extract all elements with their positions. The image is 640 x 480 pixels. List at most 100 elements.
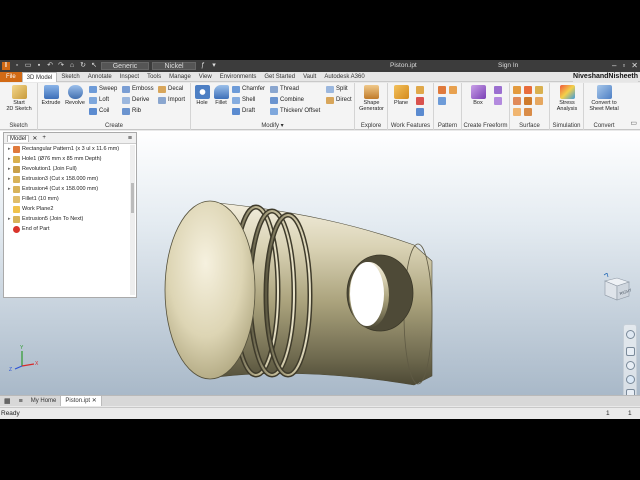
browser-scrollbar[interactable] [130,145,135,295]
select-icon[interactable]: ↖ [90,62,98,70]
tree-item-extrusion4[interactable]: ▸ Extrusion4 (Cut x 158.000 mm) [4,184,136,194]
doc-tab-close-icon[interactable]: ✕ [92,398,97,404]
mirror-icon[interactable] [438,97,446,105]
tree-item-extrusion3[interactable]: ▸ Extrusion3 (Cut x 158.000 mm) [4,174,136,184]
browser-tab-model[interactable]: Model [7,134,30,142]
sculpt-icon[interactable] [535,86,543,94]
zoom-icon[interactable] [626,361,635,370]
derive-button[interactable]: Derive [122,96,149,105]
tab-vault[interactable]: Vault [299,72,320,82]
start-2d-sketch-button[interactable]: Start 2D Sketch [3,85,35,112]
tab-manage[interactable]: Manage [165,72,195,82]
tree-item-rectangular-pattern[interactable]: ▸ Rectangular Pattern1 (x 3 ul x 11.6 mm) [4,144,136,154]
home-icon[interactable]: ⌂ [68,62,76,70]
material-dropdown[interactable]: Generic [101,62,149,70]
extend-icon[interactable] [524,97,532,105]
thicken-offset-button[interactable]: Thicken/ Offset [270,107,320,116]
decal-button[interactable]: Decal [158,85,183,94]
tab-tools[interactable]: Tools [143,72,165,82]
loft-button[interactable]: Loft [89,96,109,105]
view-cube[interactable]: RIGHT [603,273,631,303]
appearance-dropdown[interactable]: Nickel [152,62,196,70]
tree-item-hole[interactable]: ▸ Hole1 (Ø76 mm x 85 mm Depth) [4,154,136,164]
tab-sketch[interactable]: Sketch [57,72,83,82]
maximize-icon[interactable]: ▫ [622,61,625,70]
convert-to-sheet-metal-button[interactable]: Convert to Sheet Metal [585,85,623,112]
tab-annotate[interactable]: Annotate [84,72,116,82]
tree-item-end-of-part[interactable]: End of Part [4,224,136,234]
minimize-icon[interactable]: – [612,61,616,70]
panel-expand-icon[interactable]: ▾ [281,123,284,129]
emboss-button[interactable]: Emboss [122,85,154,94]
combine-button[interactable]: Combine [270,96,304,105]
qa-more-icon[interactable]: ▾ [210,62,218,70]
ruled-surface-icon[interactable] [524,108,532,116]
rib-button[interactable]: Rib [122,107,141,116]
fx-icon[interactable]: ƒ [199,62,207,70]
ribbon-options-icon[interactable]: ▭ [630,119,637,127]
draft-button[interactable]: Draft [232,107,255,116]
freeform-plane-icon[interactable] [494,86,502,94]
freeform-cylinder-icon[interactable] [494,97,502,105]
plane-button[interactable]: Plane [390,85,412,106]
pan-icon[interactable] [626,347,635,356]
new-file-icon[interactable]: ▫ [13,62,21,70]
direct-button[interactable]: Direct [326,96,352,105]
point-icon[interactable] [416,97,424,105]
ucs-icon[interactable] [416,108,424,116]
shell-button[interactable]: Shell [232,96,255,105]
tree-item-extrusion5[interactable]: ▸ Extrusion5 (Join To Next) [4,214,136,224]
tab-grid-icon[interactable]: ▦ [0,397,15,405]
browser-menu-icon[interactable]: ≡ [128,135,132,142]
circular-pattern-icon[interactable] [449,86,457,94]
browser-tab-close-icon[interactable]: ✕ [32,135,37,142]
app-logo-icon[interactable]: I [2,62,10,70]
revolve-button[interactable]: Revolve [63,85,87,106]
steering-wheel-icon[interactable] [626,330,635,339]
patch-icon[interactable] [524,86,532,94]
tree-item-revolution[interactable]: ▸ Revolution1 (Join Full) [4,164,136,174]
sweep-button[interactable]: Sweep [89,85,117,94]
shape-generator-button[interactable]: Shape Generator [356,85,387,112]
user-name[interactable]: NiveshandNisheeth [573,72,638,82]
orbit-icon[interactable] [626,375,635,384]
tab-get-started[interactable]: Get Started [260,72,299,82]
open-icon[interactable]: ▭ [24,62,32,70]
redo-icon[interactable]: ↷ [57,62,65,70]
sign-in-link[interactable]: Sign In [498,62,518,69]
trim-icon[interactable] [513,97,521,105]
hole-button[interactable]: Hole [193,85,211,106]
thread-button[interactable]: Thread [270,85,299,94]
rectangular-pattern-icon[interactable] [438,86,446,94]
tab-environments[interactable]: Environments [216,72,261,82]
tab-view[interactable]: View [195,72,216,82]
doc-tab-my-home[interactable]: My Home [27,396,62,406]
browser-tab-add[interactable]: + [40,135,48,141]
tab-autodesk-a360[interactable]: Autodesk A360 [320,72,368,82]
undo-icon[interactable]: ↶ [46,62,54,70]
tab-file[interactable]: File [0,71,22,82]
tree-item-fillet[interactable]: Fillet1 (10 mm) [4,194,136,204]
replace-face-icon[interactable] [535,97,543,105]
doc-tab-piston[interactable]: Piston.ipt ✕ [61,396,102,406]
box-button[interactable]: Box [468,85,488,106]
split-button[interactable]: Split [326,85,348,94]
chamfer-button[interactable]: Chamfer [232,85,265,94]
tab-3d-model[interactable]: 3D Model [21,71,58,82]
save-icon[interactable]: ▪ [35,62,43,70]
tab-list-icon[interactable]: ≡ [15,398,27,405]
stitch-icon[interactable] [513,86,521,94]
view-cube-home-icon[interactable] [603,273,609,278]
update-icon[interactable]: ↻ [79,62,87,70]
axis-icon[interactable] [416,86,424,94]
tree-item-work-plane[interactable]: Work Plane2 [4,204,136,214]
close-icon[interactable]: ✕ [631,61,638,70]
tab-inspect[interactable]: Inspect [116,72,143,82]
stress-analysis-button[interactable]: Stress Analysis [551,85,583,112]
fillet-button[interactable]: Fillet [211,85,231,106]
coil-button[interactable]: Coil [89,107,109,116]
extrude-button[interactable]: Extrude [40,85,62,106]
delete-face-icon[interactable] [513,108,521,116]
browser-scroll-thumb[interactable] [131,183,134,213]
import-button[interactable]: Import [158,96,185,105]
